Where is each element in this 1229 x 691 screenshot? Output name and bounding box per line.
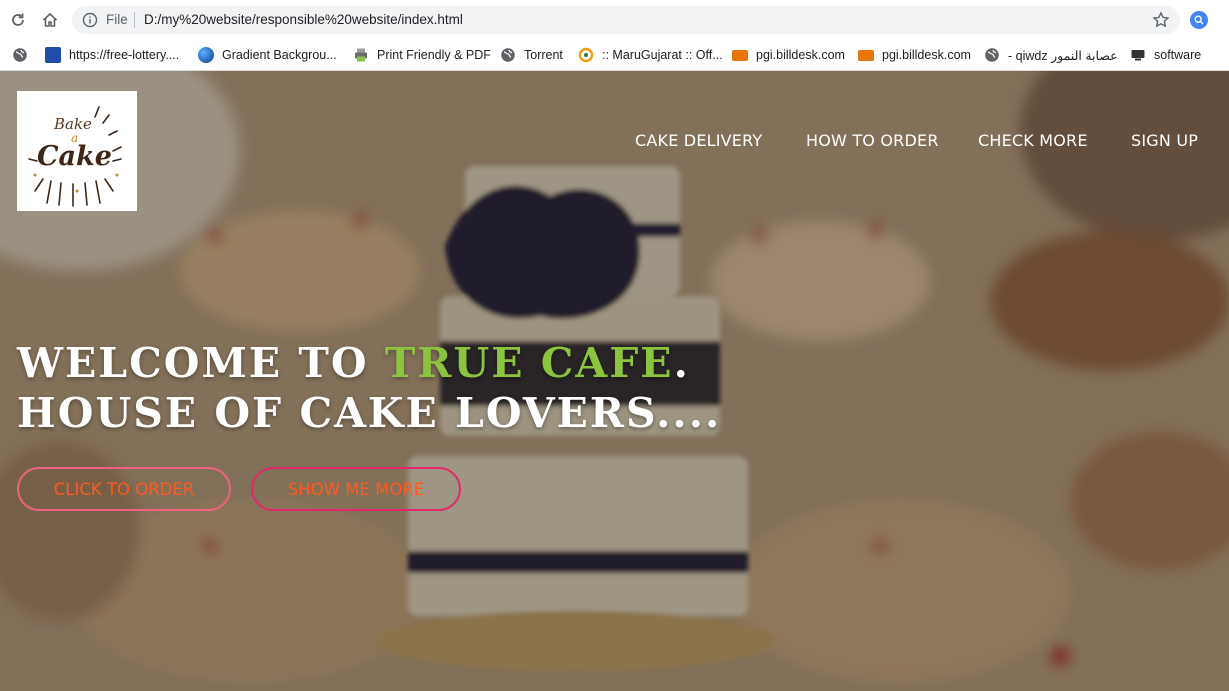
bookmark-item[interactable]: Torrent <box>500 44 563 66</box>
hero-headline-line2: HOUSE OF CAKE LOVERS.... <box>17 389 722 437</box>
marugujarat-favicon-icon <box>578 47 594 63</box>
bookmark-label: Print Friendly & PDF <box>377 48 491 62</box>
browser-toolbar: File D:/my%20website/responsible%20websi… <box>0 0 1229 40</box>
globe-icon <box>501 48 515 62</box>
nav-cake-delivery[interactable]: CAKE DELIVERY <box>635 131 762 150</box>
billdesk-favicon-icon <box>732 49 748 61</box>
bookmark-label: :: MaruGujarat :: Off... <box>602 48 723 62</box>
bookmark-item[interactable]: Print Friendly & PDF <box>353 44 491 66</box>
bookmark-label: pgi.billdesk.com <box>756 48 845 62</box>
bookmark-label: software <box>1154 48 1202 62</box>
headline-prefix: WELCOME TO <box>17 339 385 387</box>
headline-brand-name: TRUE CAFE <box>384 339 674 387</box>
url-text[interactable]: D:/my%20website/responsible%20website/in… <box>144 12 463 27</box>
bookmarks-bar: https://free-lottery.... Gradient Backgr… <box>0 40 1229 71</box>
bookmark-item[interactable]: pgi.billdesk.com <box>858 44 971 66</box>
nav-how-to-order[interactable]: HOW TO ORDER <box>806 131 939 150</box>
bookmark-item[interactable]: https://free-lottery.... <box>45 44 179 66</box>
address-bar[interactable]: File D:/my%20website/responsible%20websi… <box>72 6 1180 34</box>
bookmark-item[interactable]: :: MaruGujarat :: Off... <box>578 44 723 66</box>
home-icon <box>42 12 58 27</box>
nav-sign-up[interactable]: SIGN UP <box>1131 131 1198 150</box>
site-logo[interactable]: Bake a Cake <box>17 91 137 211</box>
nav-check-more[interactable]: CHECK MORE <box>978 131 1088 150</box>
reload-icon <box>12 13 24 26</box>
bookmark-item[interactable]: software <box>1130 44 1201 66</box>
bookmark-item[interactable]: pgi.billdesk.com <box>732 44 845 66</box>
show-me-more-button[interactable]: SHOW ME MORE <box>251 467 461 511</box>
magnifier-icon <box>1194 15 1204 25</box>
gradient-circle-icon <box>198 47 214 63</box>
bookmark-label: - qiwdz عصابة النمور <box>1008 48 1118 63</box>
info-icon[interactable] <box>82 12 98 28</box>
bookmark-star-icon[interactable] <box>1152 11 1170 29</box>
bookmark-label: pgi.billdesk.com <box>882 48 971 62</box>
bookmark-label: Torrent <box>524 48 563 62</box>
url-scheme-label: File <box>106 12 128 27</box>
hero-section: Bake a Cake CAKE DELIVERY HOW TO ORDER C… <box>0 71 1229 691</box>
hero-headline-line1: WELCOME TO TRUE CAFE. <box>17 339 690 387</box>
software-icon <box>1131 50 1145 61</box>
bookmark-item[interactable]: - qiwdz عصابة النمور <box>984 44 1118 66</box>
extension-search-icon[interactable] <box>1190 11 1208 29</box>
globe-icon <box>13 48 27 62</box>
bookmark-label: Gradient Backgrou... <box>222 48 337 62</box>
apps-globe-button[interactable] <box>12 44 28 66</box>
home-button[interactable] <box>38 8 62 32</box>
click-to-order-button[interactable]: CLICK TO ORDER <box>17 467 231 511</box>
billdesk-favicon-icon <box>858 49 874 61</box>
bookmark-label: https://free-lottery.... <box>69 48 180 62</box>
headline-period: . <box>673 339 690 387</box>
printer-icon <box>355 48 367 62</box>
lottery-favicon-icon <box>45 47 61 63</box>
address-divider <box>134 12 135 28</box>
bookmark-item[interactable]: Gradient Backgrou... <box>198 44 337 66</box>
globe-icon <box>985 48 999 62</box>
logo-text-cake: Cake <box>37 141 112 172</box>
reload-button[interactable] <box>6 8 30 32</box>
